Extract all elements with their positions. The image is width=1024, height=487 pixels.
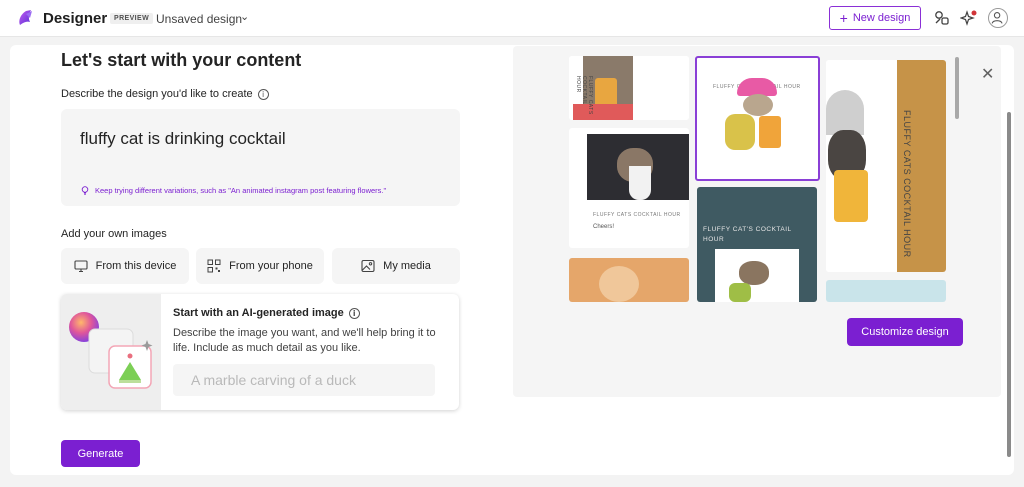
design-thumbnails: FLUFFY CATS COCKTAIL HOUR FLUFFY CATS CO… (569, 56, 946, 302)
designer-logo-icon[interactable] (16, 8, 36, 28)
preview-badge: PREVIEW (110, 13, 154, 24)
thumbnail-title: FLUFFY CATS COCKTAIL HOUR (575, 76, 593, 115)
cocktail-glass (759, 116, 781, 148)
thumbnail-title: FLUFFY CAT'S COCKTAIL HOUR (703, 226, 792, 243)
chevron-down-icon[interactable]: ⌄ (240, 10, 249, 23)
image-icon (361, 259, 375, 273)
design-thumbnail[interactable]: FLUFFY CAT'S COCKTAIL HOUR (697, 187, 817, 302)
design-thumbnail-selected[interactable]: FLUFFY CATS COCKTAIL HOUR (695, 56, 820, 181)
prompt-hint: Keep trying different variations, such a… (81, 186, 386, 195)
customize-design-button[interactable]: Customize design (847, 318, 963, 346)
new-design-label: New design (852, 12, 911, 24)
from-device-label: From this device (95, 260, 177, 272)
qr-code-icon (207, 259, 221, 273)
account-icon[interactable] (988, 8, 1008, 28)
lightbulb-icon (81, 186, 89, 195)
images-label: Add your own images (61, 228, 167, 240)
apps-icon[interactable] (933, 9, 951, 27)
ai-description: Describe the image you want, and we'll h… (173, 327, 436, 354)
design-thumbnail[interactable]: FLUFFY CATS COCKTAIL HOUR (569, 56, 689, 120)
ai-image-prompt-input[interactable] (173, 364, 435, 396)
ai-card-title: Start with an AI-generated image i (173, 307, 360, 319)
umbrella (826, 90, 864, 135)
from-phone-button[interactable]: From your phone (196, 248, 324, 284)
page-title: Let's start with your content (61, 50, 302, 70)
close-icon[interactable]: ✕ (981, 64, 994, 83)
describe-label-text: Describe the design you'd like to create (61, 88, 253, 100)
describe-label: Describe the design you'd like to create… (61, 88, 269, 100)
prompt-input[interactable]: fluffy cat is drinking cocktail Keep try… (61, 109, 460, 206)
thumbnail-title: FLUFFY CATS COCKTAIL HOUR (902, 110, 912, 258)
thumbnails-scrollbar[interactable] (955, 57, 959, 119)
design-name[interactable]: Unsaved design (156, 12, 242, 26)
page-scrollbar[interactable] (1007, 112, 1011, 457)
design-thumbnail[interactable] (826, 280, 946, 302)
ai-illustration (61, 294, 161, 410)
from-device-button[interactable]: From this device (61, 248, 189, 284)
generate-button[interactable]: Generate (61, 440, 140, 467)
sparkle-icon[interactable] (960, 9, 978, 27)
plus-icon: + (839, 10, 848, 26)
design-thumbnail[interactable]: FLUFFY CATS COCKTAIL HOUR Cheers! (569, 128, 689, 248)
ai-title-text: Start with an AI-generated image (173, 307, 344, 319)
thumbnail-title: FLUFFY CATS COCKTAIL HOUR (593, 212, 681, 218)
my-media-button[interactable]: My media (332, 248, 460, 284)
my-media-label: My media (383, 260, 431, 272)
from-phone-label: From your phone (229, 260, 313, 272)
monitor-icon (74, 260, 88, 273)
design-thumbnail[interactable] (569, 258, 689, 302)
thumbnail-subtitle: Cheers! (593, 224, 615, 230)
new-design-button[interactable]: + New design (829, 6, 921, 30)
prompt-text[interactable]: fluffy cat is drinking cocktail (80, 129, 286, 149)
info-icon[interactable]: i (257, 88, 269, 100)
ai-image-card: Start with an AI-generated image i Descr… (61, 294, 459, 410)
hint-text: Keep trying different variations, such a… (95, 186, 387, 195)
design-thumbnail[interactable]: FLUFFY CATS COCKTAIL HOUR (826, 60, 946, 272)
brand-name: Designer (43, 10, 108, 27)
grapes (725, 114, 755, 150)
cat-photo (739, 261, 769, 285)
top-bar: Designer PREVIEW Unsaved design ⌄ + New … (0, 0, 1024, 37)
info-icon[interactable]: i (348, 307, 360, 319)
cocktail-glass (834, 170, 868, 222)
